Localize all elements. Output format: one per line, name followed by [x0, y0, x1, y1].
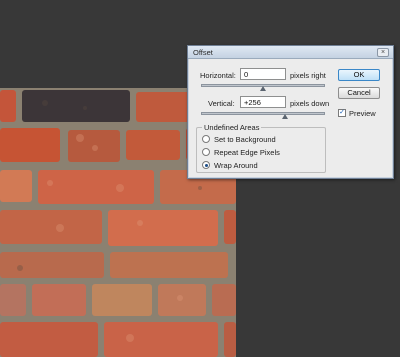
radio-wrap-around[interactable]: [202, 161, 210, 169]
vertical-input[interactable]: +256: [240, 96, 286, 108]
ok-button[interactable]: OK: [338, 69, 380, 81]
radio-label-wrap-around: Wrap Around: [214, 161, 258, 170]
undefined-areas-title: Undefined Areas: [202, 123, 262, 132]
vertical-slider-track[interactable]: [201, 112, 325, 115]
preview-label: Preview: [349, 109, 376, 118]
radio-label-set-to-background: Set to Background: [214, 135, 276, 144]
vertical-label: Vertical:: [208, 99, 235, 108]
radio-label-repeat-edge-pixels: Repeat Edge Pixels: [214, 148, 280, 157]
horizontal-slider-thumb[interactable]: [260, 86, 266, 91]
radio-repeat-edge-pixels[interactable]: [202, 148, 210, 156]
horizontal-input[interactable]: 0: [240, 68, 286, 80]
close-button[interactable]: ×: [377, 48, 389, 57]
cancel-button[interactable]: Cancel: [338, 87, 380, 99]
dialog-titlebar[interactable]: Offset ×: [188, 46, 393, 59]
offset-dialog: Offset × Horizontal: 0 pixels right Vert…: [187, 45, 394, 179]
vertical-unit-label: pixels down: [290, 99, 330, 108]
vertical-slider-thumb[interactable]: [282, 114, 289, 119]
preview-checkbox[interactable]: ✓: [338, 109, 346, 117]
checkmark-icon: ✓: [339, 109, 345, 116]
dialog-title: Offset: [193, 48, 213, 57]
horizontal-unit-label: pixels right: [290, 71, 326, 80]
close-icon: ×: [380, 49, 386, 56]
radio-set-to-background[interactable]: [202, 135, 210, 143]
horizontal-label: Horizontal:: [200, 71, 236, 80]
